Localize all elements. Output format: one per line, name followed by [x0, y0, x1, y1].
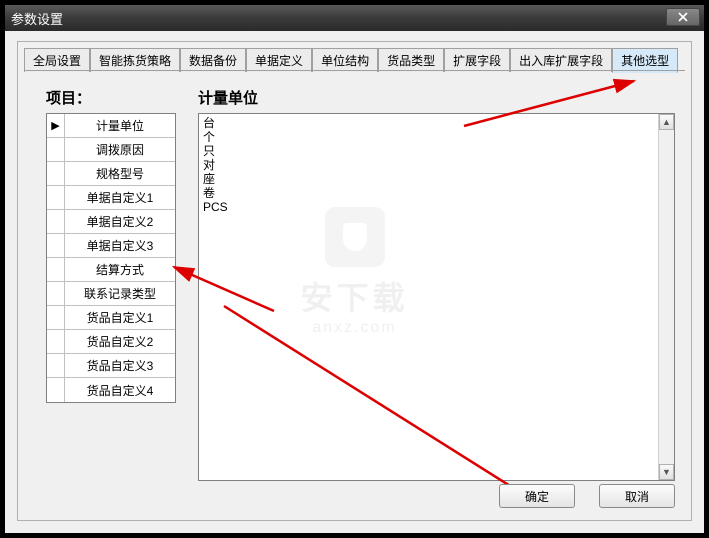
unit-item[interactable]: 个 — [203, 130, 670, 144]
project-row[interactable]: 调拨原因 — [47, 138, 175, 162]
project-item-label: 单据自定义3 — [65, 234, 175, 257]
project-row[interactable]: 货品自定义1 — [47, 306, 175, 330]
project-row[interactable]: 结算方式 — [47, 258, 175, 282]
row-indicator — [47, 234, 65, 257]
project-item-label: 联系记录类型 — [65, 282, 175, 305]
settings-panel: 全局设置智能拣货策略数据备份单据定义单位结构货品类型扩展字段出入库扩展字段其他选… — [17, 41, 692, 521]
tab-strip: 全局设置智能拣货策略数据备份单据定义单位结构货品类型扩展字段出入库扩展字段其他选… — [18, 42, 691, 72]
unit-listbox[interactable]: 台个只对座卷PCS — [198, 113, 675, 481]
tab-4[interactable]: 单位结构 — [312, 48, 378, 72]
project-item-label: 货品自定义2 — [65, 330, 175, 353]
row-indicator — [47, 330, 65, 353]
project-row[interactable]: 单据自定义2 — [47, 210, 175, 234]
cancel-button[interactable]: 取消 — [599, 484, 675, 508]
project-row[interactable]: 货品自定义3 — [47, 354, 175, 378]
row-indicator — [47, 306, 65, 329]
project-list[interactable]: ▶ 计量单位调拨原因规格型号单据自定义1单据自定义2单据自定义3结算方式联系记录类… — [46, 113, 176, 403]
unit-item[interactable]: 只 — [203, 144, 670, 158]
unit-item[interactable]: 卷 — [203, 186, 670, 200]
tab-3[interactable]: 单据定义 — [246, 48, 312, 72]
current-row-icon: ▶ — [51, 119, 59, 132]
unit-label: 计量单位 — [198, 87, 258, 108]
ok-button[interactable]: 确定 — [499, 484, 575, 508]
unit-item[interactable]: 台 — [203, 116, 670, 130]
project-item-label: 调拨原因 — [65, 138, 175, 161]
unit-scrollbar[interactable]: ▲ ▼ — [658, 114, 674, 480]
project-row[interactable]: 规格型号 — [47, 162, 175, 186]
tab-1[interactable]: 智能拣货策略 — [90, 48, 180, 72]
project-row[interactable]: 单据自定义1 — [47, 186, 175, 210]
row-indicator — [47, 138, 65, 161]
tab-5[interactable]: 货品类型 — [378, 48, 444, 72]
project-label: 项目： — [46, 87, 91, 108]
scroll-up-button[interactable]: ▲ — [659, 114, 674, 130]
project-item-label: 规格型号 — [65, 162, 175, 185]
scroll-down-button[interactable]: ▼ — [659, 464, 674, 480]
project-item-label: 货品自定义4 — [65, 378, 175, 402]
project-item-label: 计量单位 — [65, 114, 175, 137]
project-row[interactable]: 货品自定义2 — [47, 330, 175, 354]
tab-2[interactable]: 数据备份 — [180, 48, 246, 72]
row-indicator — [47, 186, 65, 209]
row-indicator — [47, 354, 65, 377]
tab-content-other: 项目： 计量单位 ▶计量单位调拨原因规格型号单据自定义1单据自定义2单据自定义3… — [24, 71, 685, 472]
dialog-buttons: 确定 取消 — [499, 484, 675, 508]
project-row[interactable]: ▶ 计量单位 — [47, 114, 175, 138]
window-title: 参数设置 — [11, 9, 63, 28]
unit-item[interactable]: 座 — [203, 172, 670, 186]
project-item-label: 单据自定义2 — [65, 210, 175, 233]
project-item-label: 货品自定义1 — [65, 306, 175, 329]
row-indicator — [47, 378, 65, 402]
unit-item[interactable]: 对 — [203, 158, 670, 172]
close-icon — [678, 12, 688, 22]
close-button[interactable] — [666, 8, 700, 26]
project-row[interactable]: 单据自定义3 — [47, 234, 175, 258]
tab-6[interactable]: 扩展字段 — [444, 48, 510, 72]
titlebar: 参数设置 — [5, 5, 704, 31]
row-indicator: ▶ — [47, 114, 65, 137]
project-item-label: 结算方式 — [65, 258, 175, 281]
row-indicator — [47, 258, 65, 281]
tab-7[interactable]: 出入库扩展字段 — [510, 48, 612, 72]
unit-item[interactable]: PCS — [203, 200, 670, 214]
project-item-label: 货品自定义3 — [65, 354, 175, 377]
row-indicator — [47, 282, 65, 305]
project-row[interactable]: 货品自定义4 — [47, 378, 175, 402]
tab-0[interactable]: 全局设置 — [24, 48, 90, 72]
project-item-label: 单据自定义1 — [65, 186, 175, 209]
row-indicator — [47, 210, 65, 233]
row-indicator — [47, 162, 65, 185]
project-row[interactable]: 联系记录类型 — [47, 282, 175, 306]
